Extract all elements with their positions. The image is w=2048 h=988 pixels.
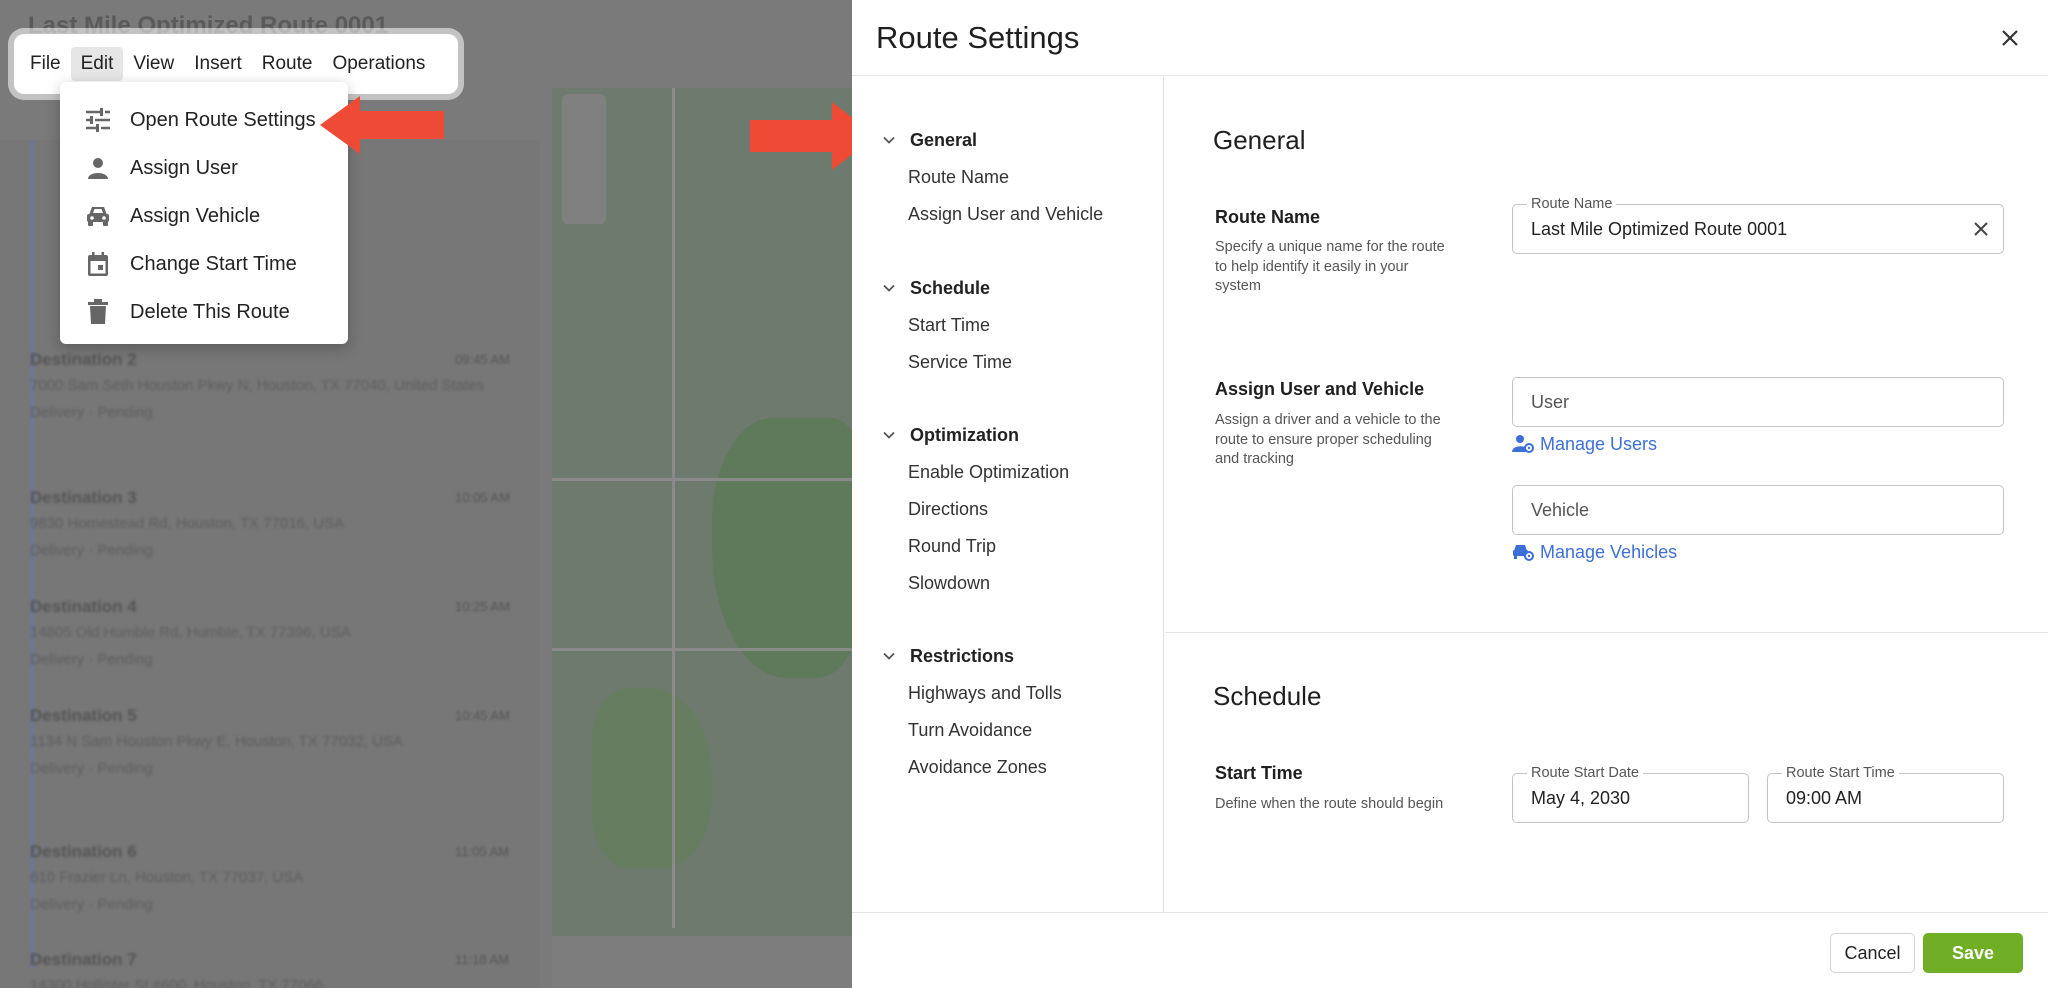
pointer-arrow-icon [320, 96, 444, 154]
section-divider [1165, 632, 2048, 633]
start-time-description: Define when the route should begin [1215, 796, 1444, 812]
edit-menu-dropdown: Open Route Settings Assign User Assign V… [60, 82, 348, 344]
chevron-down-icon [883, 431, 895, 439]
route-settings-panel: Route Settings General Route Name Assign… [852, 0, 2048, 988]
manage-users-link[interactable]: Manage Users [1512, 433, 1657, 455]
menu-insert[interactable]: Insert [184, 47, 252, 81]
nav-heading-schedule[interactable]: Schedule [852, 273, 1164, 303]
vehicle-placeholder: Vehicle [1531, 499, 1590, 520]
trash-icon [84, 298, 112, 326]
nav-heading-restrictions[interactable]: Restrictions [852, 641, 1164, 671]
save-button[interactable]: Save [1923, 933, 2023, 973]
nav-item-slowdown[interactable]: Slowdown [852, 565, 1164, 602]
chevron-down-icon [883, 652, 895, 660]
menu-item-delete-route[interactable]: Delete This Route [60, 288, 348, 336]
list-item[interactable]: Destination 5 1134 N Sam Houston Pkwy E,… [30, 706, 530, 777]
user-placeholder: User [1531, 391, 1570, 412]
panel-title: Route Settings [876, 19, 1080, 55]
panel-footer: Cancel Save [852, 912, 2048, 988]
settings-content: General Route Name Specify a unique name… [1165, 77, 2048, 912]
nav-item-start-time[interactable]: Start Time [852, 307, 1164, 344]
map-park-area [592, 688, 712, 868]
menu-edit[interactable]: Edit [70, 47, 124, 81]
map-park-area [712, 418, 852, 678]
menu-item-assign-vehicle[interactable]: Assign Vehicle [60, 192, 348, 240]
nav-item-enable-optimization[interactable]: Enable Optimization [852, 454, 1164, 491]
nav-heading-optimization[interactable]: Optimization [852, 420, 1164, 450]
start-time-label: Start Time [1215, 763, 1303, 783]
menu-operations[interactable]: Operations [322, 47, 435, 81]
clear-icon[interactable] [1973, 205, 1989, 253]
list-item[interactable]: Destination 2 7000 Sam Seth Houston Pkwy… [30, 350, 530, 421]
map-road [552, 648, 852, 651]
manage-vehicles-link[interactable]: Manage Vehicles [1512, 541, 1677, 563]
map-view [552, 88, 852, 988]
nav-item-directions[interactable]: Directions [852, 491, 1164, 528]
cancel-button[interactable]: Cancel [1830, 933, 1915, 973]
section-title-general: General [1213, 125, 1306, 155]
nav-group-optimization: Optimization Enable Optimization Directi… [852, 420, 1164, 602]
calendar-icon [84, 250, 112, 278]
route-start-time-value: 09:00 AM [1786, 787, 1863, 808]
tune-icon [84, 106, 112, 134]
nav-heading-general[interactable]: General [852, 125, 1164, 155]
menu-file[interactable]: File [20, 47, 71, 81]
route-name-description: Specify a unique name for the route to h… [1215, 239, 1445, 294]
chevron-down-icon [883, 284, 895, 292]
route-start-time-field[interactable]: Route Start Time 09:00 AM [1767, 764, 2004, 823]
map-controls[interactable] [562, 94, 606, 224]
list-item[interactable]: Destination 3 9830 Homestead Rd, Houston… [30, 488, 530, 559]
vehicle-select[interactable]: Vehicle [1512, 485, 2004, 535]
menu-item-assign-user[interactable]: Assign User [60, 144, 348, 192]
menu-item-open-route-settings[interactable]: Open Route Settings [60, 96, 348, 144]
nav-item-avoidance-zones[interactable]: Avoidance Zones [852, 749, 1164, 786]
nav-group-schedule: Schedule Start Time Service Time [852, 273, 1164, 381]
manage-users-icon [1512, 433, 1536, 455]
close-icon[interactable] [1994, 22, 2026, 54]
map-summary-bar [552, 936, 852, 988]
route-name-value: Last Mile Optimized Route 0001 [1531, 218, 1788, 239]
route-start-date-value: May 4, 2030 [1531, 787, 1631, 808]
nav-item-highways-tolls[interactable]: Highways and Tolls [852, 675, 1164, 712]
settings-nav: General Route Name Assign User and Vehic… [852, 77, 1164, 912]
route-start-date-field[interactable]: Route Start Date May 4, 2030 [1512, 764, 1749, 823]
manage-vehicles-icon [1512, 541, 1536, 563]
route-name-field[interactable]: Route Name Last Mile Optimized Route 000… [1512, 195, 2004, 254]
nav-item-round-trip[interactable]: Round Trip [852, 528, 1164, 565]
menu-item-change-start-time[interactable]: Change Start Time [60, 240, 348, 288]
map-road [672, 88, 675, 928]
list-item[interactable]: Destination 6 610 Frazier Ln, Houston, T… [30, 842, 530, 913]
person-icon [84, 154, 112, 182]
assign-label: Assign User and Vehicle [1215, 379, 1425, 399]
nav-item-route-name[interactable]: Route Name [852, 159, 1164, 196]
list-item[interactable]: Destination 4 14805 Old Humble Rd, Humbl… [30, 597, 530, 668]
car-icon [84, 202, 112, 230]
panel-header: Route Settings [852, 0, 2048, 76]
user-select[interactable]: User [1512, 377, 2004, 427]
menu-route[interactable]: Route [252, 47, 323, 81]
nav-item-assign-user-vehicle[interactable]: Assign User and Vehicle [852, 196, 1164, 233]
map-road [552, 478, 852, 481]
nav-item-service-time[interactable]: Service Time [852, 344, 1164, 381]
list-item[interactable]: Destination 7 14300 Hollister St #600, H… [30, 950, 530, 988]
nav-group-general: General Route Name Assign User and Vehic… [852, 125, 1164, 233]
menu-view[interactable]: View [123, 47, 184, 81]
section-title-schedule: Schedule [1213, 681, 1322, 711]
nav-item-turn-avoidance[interactable]: Turn Avoidance [852, 712, 1164, 749]
nav-group-restrictions: Restrictions Highways and Tolls Turn Avo… [852, 641, 1164, 786]
assign-description: Assign a driver and a vehicle to the rou… [1215, 412, 1441, 467]
route-name-label: Route Name [1215, 207, 1321, 227]
chevron-down-icon [883, 136, 895, 144]
